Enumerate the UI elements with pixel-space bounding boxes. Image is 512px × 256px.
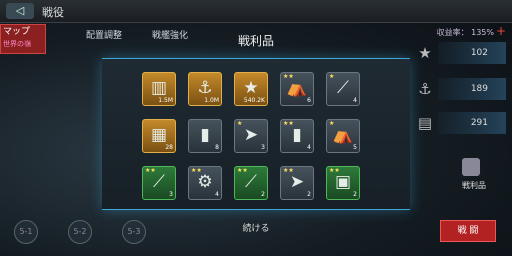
item-quantity: 8 [215,144,219,151]
torpedo-icon: ➤ [289,172,305,192]
item-quantity: 1.0M [204,97,219,104]
item-quantity: 6 [307,97,311,104]
blueprint-icon: ▦ [150,125,168,145]
resource-documents: ▤ 291 [418,112,506,134]
star-icon: ★ [243,78,259,98]
loot-item[interactable]: ★★ ➤ 2 [280,166,314,200]
item-quantity: 2 [307,191,311,198]
loot-item[interactable]: ★ 540.2K [234,72,268,106]
armor-plate-icon: ▮ [292,125,302,145]
item-quantity: 28 [165,144,173,151]
item-quantity: 3 [169,191,173,198]
engine-icon: ⚙ [197,172,213,192]
top-bar: ◁ 戦役 [0,0,512,23]
loot-item[interactable]: ★★ ⚙ 4 [188,166,222,200]
item-quantity: 2 [353,191,357,198]
torpedo-icon: ➤ [243,125,259,145]
loot-item[interactable]: ★★ ▮ 4 [280,119,314,153]
tent-icon: ⛺ [286,78,308,98]
item-quantity: 2 [261,191,265,198]
item-quantity: 4 [307,144,311,151]
tent-icon: ⛺ [332,125,354,145]
page-title: 戦役 [42,6,64,19]
continue-button[interactable]: 続ける [0,221,512,234]
loot-item[interactable]: ⚓ 1.0M [188,72,222,106]
radar-panel-icon: ▣ [334,172,352,192]
item-quantity: 3 [261,144,265,151]
money-stack-icon: ▥ [150,78,168,98]
loot-item[interactable]: ★★ ⟋ 3 [142,166,176,200]
loot-item[interactable]: ★ ⛺ 5 [326,119,360,153]
gun-barrel-icon: ⟋ [245,172,257,192]
loot-item[interactable]: ▦ 28 [142,119,176,153]
item-quantity: 4 [353,97,357,104]
gun-barrel-icon: ⟋ [153,172,165,192]
loot-item[interactable]: ★★ ⟋ 2 [234,166,268,200]
item-quantity: 1.5M [158,97,173,104]
loot-item[interactable]: ★ ⟋ 4 [326,72,360,106]
back-arrow-icon[interactable]: ◁ [6,3,34,19]
armor-plate-icon: ▮ [200,125,210,145]
document-icon: ▤ [417,114,433,132]
resource-value: 291 [470,118,488,128]
loot-box-icon[interactable] [462,158,480,176]
loot-item[interactable]: ★ ➤ 3 [234,119,268,153]
resource-value: 102 [470,48,488,58]
resource-value: 189 [470,84,488,94]
loot-item[interactable]: ★★ ▣ 2 [326,166,360,200]
anchor-icon: ⚓ [197,78,213,98]
loot-item[interactable]: ▥ 1.5M [142,72,176,106]
item-quantity: 540.2K [243,97,265,104]
anchor-icon: ⚓ [418,80,432,98]
loot-item[interactable]: ▮ 8 [188,119,222,153]
gun-barrel-icon: ⟋ [337,78,349,98]
side-loot-label[interactable]: 戦利品 [462,180,486,191]
item-quantity: 4 [215,191,219,198]
loot-item[interactable]: ★★ ⛺ 6 [280,72,314,106]
modal-title: 戦利品 [237,34,274,48]
resource-anchor: ⚓ 189 [418,78,506,100]
item-quantity: 5 [353,144,357,151]
